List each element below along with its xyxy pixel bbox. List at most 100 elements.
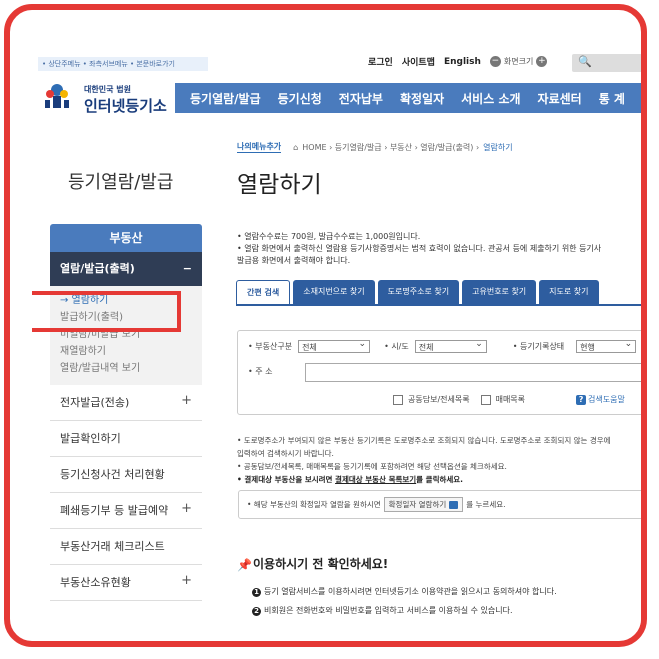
number-icon: 2: [252, 607, 261, 616]
sidebar-item-label: 폐쇄등기부 등 발급예약: [60, 504, 169, 517]
sidebar: 부동산 열람/발급(출력) − → 열람하기 발급하기(출력) 미열람/미발급 …: [50, 224, 202, 601]
tab-simple-search[interactable]: 간편 검색: [236, 280, 291, 305]
tab-unique-number[interactable]: 고유번호로 찾기: [462, 280, 537, 304]
nav-item[interactable]: 확정일자: [400, 90, 444, 107]
nav-item[interactable]: 전자납부: [339, 90, 383, 107]
main-nav: 등기열람/발급 등기신청 전자납부 확정일자 서비스 소개 자료센터 통 계: [175, 83, 641, 113]
tab-lot-number[interactable]: 소재지번으로 찾기: [293, 280, 375, 304]
option-row: 공동담보/전세목록 매매목록 ? 검색도움말: [393, 394, 625, 405]
red-rounded-frame: • 상단주메뉴 • 좌측서브메뉴 • 본문바로가기 로그인 사이트맵 Engli…: [4, 4, 647, 647]
search-form: • 부동산구분 전체 • 시/도 전체 • 등기기록상태 현행 • 주 소 공동…: [237, 330, 641, 415]
expand-icon[interactable]: +: [181, 563, 192, 598]
search-help-link[interactable]: ? 검색도움말: [576, 394, 625, 405]
sidebar-item-label: 열람/발급(출력): [60, 262, 135, 275]
record-status-select[interactable]: 현행: [576, 338, 637, 353]
sidebar-item[interactable]: 등기신청사건 처리현황: [50, 457, 202, 493]
english-link[interactable]: English: [444, 57, 481, 67]
info-line: • 공동담보/전세목록, 매매목록을 등기기록에 포함하려면 해당 선택옵션을 …: [237, 462, 507, 471]
section-title: 등기열람/발급: [68, 172, 174, 193]
zoom-out-icon[interactable]: −: [489, 56, 501, 67]
logo-org: 대한민국 법원: [84, 85, 131, 94]
search-info: • 도로명주소가 부여되지 않은 부동산 등기기록은 도로명주소로 조회되지 않…: [237, 434, 641, 486]
nav-item[interactable]: 통 계: [599, 90, 625, 107]
court-emblem-icon: [45, 84, 69, 108]
site-logo[interactable]: 대한민국 법원 인터넷등기소: [42, 77, 167, 117]
expand-icon[interactable]: +: [181, 383, 192, 418]
login-link[interactable]: 로그인: [368, 55, 393, 68]
nav-item[interactable]: 등기열람/발급: [190, 90, 261, 107]
tab-divider: [236, 304, 641, 306]
sale-list-label: 매매목록: [495, 395, 526, 404]
property-type-label: • 부동산구분: [248, 342, 293, 351]
breadcrumb: 나의메뉴추가 ⌂ HOME › 등기열람/발급 › 부동산 › 열람/발급(출력…: [237, 141, 513, 153]
external-link-icon: [449, 500, 459, 509]
nav-item[interactable]: 서비스 소개: [461, 90, 520, 107]
number-icon: 1: [252, 588, 261, 597]
tab-road-address[interactable]: 도로명주소로 찾기: [377, 280, 460, 304]
check-item-text: 비회원은 전화번호와 비밀번호를 입력하고 서비스를 이용하실 수 있습니다.: [264, 606, 513, 615]
sidebar-header[interactable]: 부동산: [50, 224, 202, 252]
sidebar-item-open[interactable]: 열람/발급(출력) −: [50, 252, 202, 286]
collapse-icon[interactable]: −: [183, 252, 192, 286]
search-tabs: 간편 검색 소재지번으로 찾기 도로명주소로 찾기 고유번호로 찾기 지도로 찾…: [236, 280, 599, 305]
address-label: • 주 소: [248, 367, 273, 376]
info-text: • 결제대상 부동산을 보시려면: [237, 475, 336, 484]
confirm-date-box: • 해당 부동산의 확정일자 열람을 원하시면 확정일자 열람하기 를 누르세요…: [238, 490, 641, 519]
sale-list-checkbox[interactable]: [480, 394, 491, 405]
info-line: 입력하여 검색하시기 바랍니다.: [237, 449, 334, 458]
add-my-menu-button[interactable]: 나의메뉴추가: [237, 141, 282, 153]
sidebar-item[interactable]: 부동산거래 체크리스트: [50, 529, 202, 565]
payment-list-link[interactable]: 결제대상 부동산 목록보기: [335, 475, 416, 484]
notice-line: 발급용 화면에서 출력해야 합니다.: [237, 256, 351, 265]
page-title: 열람하기: [237, 172, 322, 198]
property-type-select[interactable]: 전체: [298, 338, 371, 353]
fee-notice: • 열람수수료는 700원, 발급수수료는 1,000원입니다. • 열람 화면…: [237, 231, 641, 267]
zoom-in-icon[interactable]: +: [536, 56, 548, 67]
home-icon[interactable]: ⌂: [293, 143, 298, 152]
highlight-box: [32, 291, 181, 332]
joint-collateral-checkbox[interactable]: [393, 394, 403, 405]
region-select[interactable]: 전체: [414, 338, 487, 353]
confirm-date-view-button[interactable]: 확정일자 열람하기: [383, 497, 464, 512]
sidebar-item-label: 등기신청사건 처리현황: [60, 468, 165, 481]
info-line: • 결제대상 부동산을 보시려면 결제대상 부동산 목록보기를 클릭하세요.: [237, 473, 641, 486]
skip-links[interactable]: • 상단주메뉴 • 좌측서브메뉴 • 본문바로가기: [38, 57, 208, 71]
notice-line: • 열람수수료는 700원, 발급수수료는 1,000원입니다.: [237, 232, 421, 241]
check-item: 2 비회원은 전화번호와 비밀번호를 입력하고 서비스를 이용하실 수 있습니다.: [252, 605, 513, 616]
region-label: • 시/도: [384, 342, 409, 351]
confirm-button-label: 확정일자 열람하기: [388, 500, 447, 509]
zoom-control: − 화면크기 +: [489, 56, 548, 67]
search-icon[interactable]: 🔍: [578, 55, 592, 68]
filter-row: • 부동산구분 전체 • 시/도 전체 • 등기기록상태 현행: [248, 338, 637, 353]
confirm-text: • 해당 부동산의 확정일자 열람을 원하시면: [247, 500, 381, 509]
tab-map[interactable]: 지도로 찾기: [539, 280, 599, 304]
sidebar-item[interactable]: 부동산소유현황 +: [50, 565, 202, 601]
nav-item[interactable]: 등기신청: [278, 90, 322, 107]
notice-line: • 열람 화면에서 출력하신 열람용 등기사항증명서는 법적 효력이 없습니다.…: [237, 244, 602, 253]
sidebar-item-label: 전자발급(전송): [60, 396, 130, 409]
sidebar-item-label: 발급확인하기: [60, 432, 121, 445]
sidebar-item[interactable]: 전자발급(전송) +: [50, 385, 202, 421]
sidebar-item-label: 부동산소유현황: [60, 576, 131, 589]
nav-item[interactable]: 자료센터: [538, 90, 582, 107]
address-input[interactable]: [305, 363, 641, 382]
browser-page: • 상단주메뉴 • 좌측서브메뉴 • 본문바로가기 로그인 사이트맵 Engli…: [32, 50, 641, 630]
submenu-item-review[interactable]: 재열람하기: [60, 343, 202, 360]
expand-icon[interactable]: +: [181, 491, 192, 526]
confirm-text: 를 누르세요.: [466, 500, 506, 509]
info-line: • 도로명주소가 부여되지 않은 부동산 등기기록은 도로명주소로 조회되지 않…: [237, 436, 611, 445]
utility-nav: 로그인 사이트맵 English − 화면크기 +: [368, 55, 548, 68]
search-help-label: 검색도움말: [588, 395, 625, 404]
sidebar-item-label: 부동산거래 체크리스트: [60, 540, 165, 553]
search-input[interactable]: 🔍: [572, 54, 641, 72]
breadcrumb-path: HOME › 등기열람/발급 › 부동산 › 열람/발급(출력) ›: [302, 142, 480, 152]
pin-icon: 📌: [237, 557, 252, 572]
submenu-item-history[interactable]: 열람/발급내역 보기: [60, 360, 202, 377]
sidebar-item[interactable]: 폐쇄등기부 등 발급예약 +: [50, 493, 202, 529]
sitemap-link[interactable]: 사이트맵: [402, 55, 435, 68]
joint-collateral-label: 공동담보/전세목록: [408, 395, 470, 404]
record-status-label: • 등기기록상태: [512, 342, 565, 351]
logo-name: 인터넷등기소: [84, 97, 167, 115]
check-title-text: 이용하시기 전 확인하세요!: [253, 557, 389, 571]
sidebar-item[interactable]: 발급확인하기: [50, 421, 202, 457]
